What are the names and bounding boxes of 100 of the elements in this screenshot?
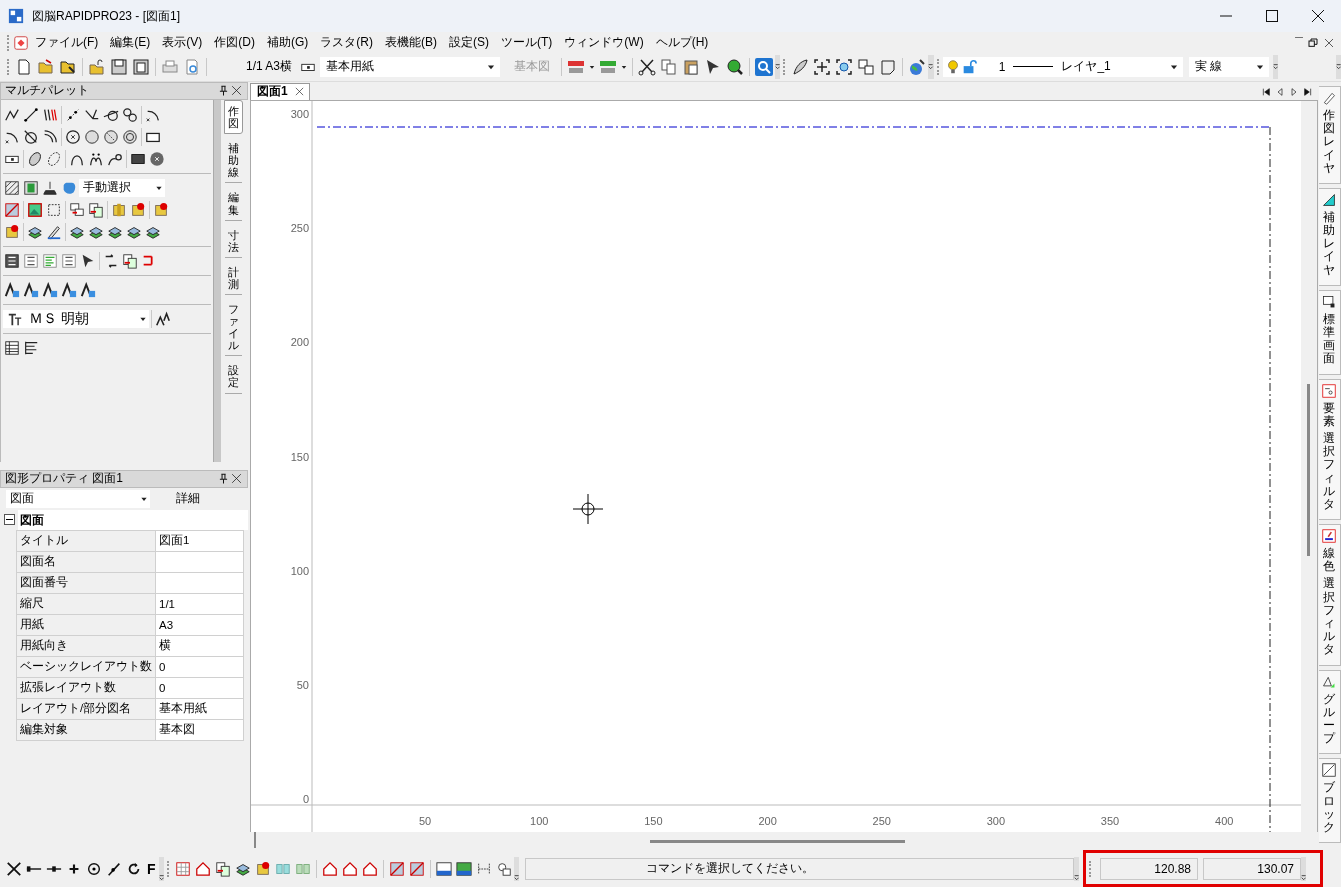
copy-arrow-icon[interactable] [214, 860, 231, 877]
snap-key[interactable]: F [144, 860, 159, 877]
two-squares-icon[interactable] [857, 58, 876, 76]
side-tab[interactable]: グループ [1318, 669, 1341, 755]
text-frame-icon[interactable] [23, 252, 39, 269]
crossed-square-icon[interactable] [408, 860, 425, 877]
pin-icon[interactable] [217, 84, 230, 98]
grid-icon[interactable] [174, 860, 191, 877]
dotted-curve-icon[interactable] [88, 150, 104, 167]
side-tab[interactable]: 補助レイヤ [1318, 187, 1341, 286]
dashed-ellipse-icon[interactable] [46, 150, 62, 167]
menu-item[interactable]: 編集(E) [104, 32, 157, 53]
node-snap-icon[interactable] [495, 860, 512, 877]
menu-item[interactable]: ツール(T) [495, 32, 559, 53]
plus-circle-frame-icon[interactable] [835, 58, 854, 76]
scissors-icon[interactable] [638, 58, 657, 76]
concentric-arcs-icon[interactable] [42, 128, 58, 145]
circle-dot-icon[interactable] [86, 860, 102, 877]
house-icon[interactable] [321, 860, 338, 877]
scrollbar[interactable] [213, 99, 221, 462]
last-page-icon[interactable] [1302, 85, 1314, 98]
first-page-icon[interactable] [1260, 85, 1272, 98]
concentric-circles-icon[interactable] [122, 128, 138, 145]
linked-squares-icon[interactable] [69, 201, 85, 218]
cross-snap-icon[interactable] [6, 860, 22, 877]
pin-icon[interactable] [217, 472, 230, 486]
palette-tab[interactable]: 寸法 [224, 224, 242, 258]
circle-center-icon[interactable] [65, 128, 81, 145]
line-type-dropdown[interactable]: 実 線 [1188, 57, 1269, 77]
clamp-icon[interactable] [111, 201, 127, 218]
menu-item[interactable]: 表機能(B) [379, 32, 443, 53]
house-icon[interactable] [361, 860, 378, 877]
close-icon[interactable] [230, 84, 243, 98]
new-file-icon[interactable] [15, 58, 33, 76]
close-icon[interactable] [1323, 36, 1335, 49]
pen-icon[interactable] [46, 223, 62, 240]
selection-mode-dropdown[interactable]: 手動選択 [79, 178, 165, 197]
copy-icon[interactable] [660, 58, 679, 76]
copy-arrow-icon[interactable] [122, 252, 138, 269]
detail-button[interactable]: 詳細 [176, 490, 200, 508]
plus-frame-icon[interactable] [813, 58, 832, 76]
feather-icon[interactable] [791, 58, 810, 76]
menu-item[interactable]: ヘルプ(H) [649, 32, 715, 53]
side-tab[interactable]: 線色 選択フィルタ [1318, 524, 1341, 666]
menu-item[interactable]: 補助(G) [261, 32, 315, 53]
menu-item[interactable]: ウィンドウ(W) [558, 32, 650, 53]
two-circles-icon[interactable] [122, 106, 138, 123]
menu-item[interactable]: 表示(V) [156, 32, 209, 53]
close-icon[interactable] [230, 472, 243, 486]
house-icon[interactable] [194, 860, 211, 877]
search-icon[interactable] [755, 58, 774, 76]
side-tab[interactable]: 要素 選択フィルタ [1318, 378, 1341, 521]
menu-item[interactable]: ラスタ(R) [314, 32, 379, 53]
paper-dropdown[interactable]: 基本用紙 [320, 57, 501, 77]
font-dropdown[interactable]: ＭＳ 明朝 [3, 309, 149, 328]
crossed-square-icon[interactable] [388, 860, 405, 877]
palette-tab[interactable]: ファイル [224, 299, 242, 357]
side-tab[interactable]: ブロック [1318, 758, 1341, 844]
printer-icon[interactable] [161, 58, 179, 76]
house-icon[interactable] [341, 860, 358, 877]
table-icon[interactable] [4, 339, 20, 356]
rotate-icon[interactable] [126, 860, 142, 877]
framed-square-icon[interactable] [23, 179, 39, 196]
menu-item[interactable]: 設定(S) [443, 32, 495, 53]
text-tool-icon[interactable] [4, 252, 20, 269]
circle-x-icon[interactable] [149, 150, 165, 167]
text-style-icon[interactable] [80, 281, 96, 298]
text-style-icon[interactable] [42, 281, 58, 298]
hatch-icon[interactable] [4, 179, 20, 196]
sphere-icon[interactable] [84, 128, 100, 145]
stamp-icon[interactable] [42, 179, 58, 196]
close-icon[interactable] [293, 86, 305, 98]
menu-item[interactable]: 作図(D) [208, 32, 261, 53]
side-tab[interactable]: 標準画面 [1318, 289, 1341, 375]
crossed-square-icon[interactable] [4, 201, 20, 218]
text-frame-icon[interactable] [61, 252, 77, 269]
line-icon[interactable] [23, 106, 39, 123]
ellipse-icon[interactable] [27, 150, 43, 167]
text-style-icon[interactable] [23, 281, 39, 298]
clamp-dot-icon[interactable] [153, 201, 169, 218]
sheet-icon[interactable] [879, 58, 898, 76]
palette-tab[interactable]: 作図 [223, 99, 243, 135]
list-icon[interactable] [23, 339, 39, 356]
text-style-icon[interactable] [4, 281, 20, 298]
folder-arrow-icon[interactable] [59, 58, 77, 76]
font-size-icon[interactable] [155, 310, 171, 327]
print-preview-icon[interactable] [183, 58, 201, 76]
open-folder-icon[interactable] [37, 58, 55, 76]
copy-arrow-icon[interactable] [88, 201, 104, 218]
drawing-canvas[interactable]: 300 250 200 150 100 50 0 50 100 150 200 250 300 350 400 [251, 100, 1301, 833]
help-magnifier-icon[interactable] [726, 58, 745, 76]
menu-item[interactable]: ファイル(F) [29, 32, 105, 53]
clamp-dot-icon[interactable] [130, 201, 146, 218]
clamp-dot-icon[interactable] [4, 223, 20, 240]
side-tab[interactable]: 作図レイヤ [1318, 85, 1341, 184]
swap-icon[interactable] [103, 252, 119, 269]
text-style-icon[interactable] [61, 281, 77, 298]
object-type-dropdown[interactable]: 図面 [6, 489, 150, 508]
circle-diameter-icon[interactable] [23, 128, 39, 145]
image-icon[interactable] [27, 201, 43, 218]
